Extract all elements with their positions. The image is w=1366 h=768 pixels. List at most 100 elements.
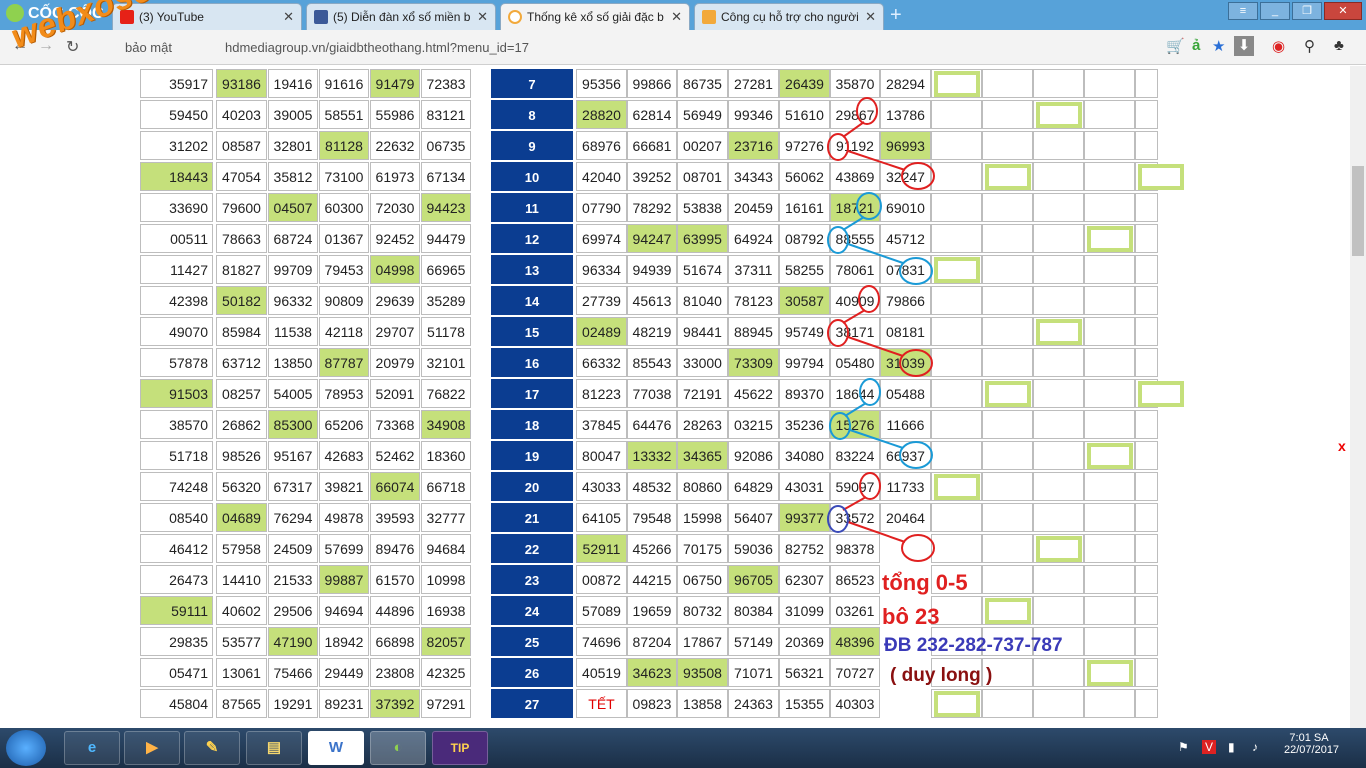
day-cell: 16 [491, 348, 573, 377]
empty-cell [1033, 596, 1084, 625]
reload-icon[interactable]: ↻ [66, 37, 79, 57]
empty-cell [1135, 441, 1158, 470]
right-table-cell: 94247 [627, 224, 677, 253]
left-table-cell: 18360 [421, 441, 471, 470]
right-table-cell: 82752 [779, 534, 830, 563]
tip-club-icon[interactable]: TIP [432, 731, 488, 765]
left-table-cell: 57699 [319, 534, 369, 563]
right-table-cell: 95749 [779, 317, 830, 346]
right-table-cell: 78061 [830, 255, 880, 284]
right-table-cell: 45712 [880, 224, 931, 253]
left-table-cell: 79600 [216, 193, 267, 222]
empty-cell [1084, 69, 1135, 98]
right-table-cell: 99794 [779, 348, 830, 377]
left-table-cell: 08257 [216, 379, 267, 408]
left-table-cell: 29449 [319, 658, 369, 687]
extensions-icon[interactable]: ♣ [1334, 37, 1344, 54]
tab-facebook[interactable]: (5) Diễn đàn xổ số miền b ✕ [306, 3, 496, 30]
tab-thong-ke[interactable]: Thống kê xổ số giải đặc b ✕ [500, 3, 690, 30]
left-table-cell: 67134 [421, 162, 471, 191]
clock-time: 7:01 SA [1289, 732, 1329, 744]
close-icon[interactable]: ✕ [671, 9, 682, 25]
right-table-cell: 99346 [728, 100, 779, 129]
explorer-icon[interactable]: ▤ [246, 731, 302, 765]
empty-cell [931, 534, 982, 563]
close-window-button[interactable]: ✕ [1324, 2, 1362, 20]
new-tab-button[interactable]: + [890, 4, 902, 27]
left-table-cell: 68724 [268, 224, 318, 253]
empty-cell [1135, 472, 1158, 501]
system-clock[interactable]: 7:01 SA 22/07/2017 [1284, 732, 1339, 756]
media-player-icon[interactable]: ▶ [124, 731, 180, 765]
menu-button[interactable]: ≡ [1228, 2, 1258, 20]
left-table-cell: 63712 [216, 348, 267, 377]
left-table-cell: 49070 [140, 317, 213, 346]
maximize-button[interactable]: ❐ [1292, 2, 1322, 20]
left-table-cell: 56320 [216, 472, 267, 501]
extension-icon[interactable]: ◉ [1272, 37, 1285, 55]
right-table-cell: 18644 [830, 379, 880, 408]
empty-cell [1135, 565, 1158, 594]
left-table-cell: 45804 [140, 689, 213, 718]
word-icon[interactable]: W [308, 731, 364, 765]
close-ad-button[interactable]: x [1338, 438, 1346, 454]
left-table-cell: 18942 [319, 627, 369, 656]
empty-cell [1084, 131, 1135, 160]
left-table-cell: 04689 [216, 503, 267, 532]
right-table-cell: 99866 [627, 69, 677, 98]
empty-cell [1084, 596, 1135, 625]
left-table-cell: 39593 [370, 503, 420, 532]
extension-2-icon[interactable]: ⚲ [1304, 37, 1315, 55]
vertical-scrollbar[interactable] [1350, 66, 1366, 728]
left-table-cell: 76822 [421, 379, 471, 408]
close-icon[interactable]: ✕ [865, 9, 876, 25]
empty-cell [1135, 69, 1158, 98]
right-table-cell: 05488 [880, 379, 931, 408]
translate-icon[interactable]: ả [1192, 37, 1200, 54]
annotation-author: ( duy long ) [890, 665, 993, 686]
network-icon[interactable]: ▮ [1228, 740, 1235, 754]
right-table-cell: 43033 [576, 472, 627, 501]
empty-cell [931, 286, 982, 315]
tab-label: Thống kê xổ số giải đặc b [527, 10, 664, 24]
coccoc-taskbar-icon[interactable]: ◐ [370, 731, 426, 765]
paint-icon[interactable]: ✎ [184, 731, 240, 765]
marker-box [934, 691, 980, 717]
left-table-cell: 38570 [140, 410, 213, 439]
cart-icon[interactable]: 🛒 [1166, 37, 1185, 55]
scroll-thumb[interactable] [1352, 166, 1364, 256]
left-table-cell: 94423 [421, 193, 471, 222]
empty-cell [982, 224, 1033, 253]
download-icon[interactable]: ⬇ [1234, 36, 1254, 56]
close-icon[interactable]: ✕ [477, 9, 488, 25]
v-icon[interactable]: V [1202, 740, 1217, 754]
star-icon[interactable]: ★ [1212, 37, 1225, 55]
tab-cong-cu[interactable]: Công cụ hỗ trợ cho người ✕ [694, 3, 884, 30]
minimize-button[interactable]: _ [1260, 2, 1290, 20]
empty-cell [1084, 255, 1135, 284]
ie-icon[interactable]: e [64, 731, 120, 765]
right-table-cell: 13858 [677, 689, 728, 718]
empty-cell [1135, 193, 1158, 222]
right-table-cell: 73309 [728, 348, 779, 377]
right-table-cell: 96993 [880, 131, 931, 160]
right-table-cell: 56321 [779, 658, 830, 687]
url-text[interactable]: hdmediagroup.vn/giaidbtheothang.html?men… [225, 40, 529, 55]
right-table-cell: 78292 [627, 193, 677, 222]
left-table-cell: 52091 [370, 379, 420, 408]
right-table-cell: 15276 [830, 410, 880, 439]
left-table-cell: 93186 [216, 69, 267, 98]
left-table-cell: 74248 [140, 472, 213, 501]
volume-icon[interactable]: ♪ [1252, 740, 1258, 754]
left-table-cell: 91479 [370, 69, 420, 98]
url-box[interactable]: bảo mật hdmediagroup.vn/giaidbtheothang.… [95, 35, 1155, 60]
start-button[interactable] [6, 730, 46, 766]
close-icon[interactable]: ✕ [283, 9, 294, 25]
left-table-cell: 50182 [216, 286, 267, 315]
empty-cell [1033, 441, 1084, 470]
left-table-cell: 65206 [319, 410, 369, 439]
flag-icon[interactable]: ⚑ [1178, 740, 1189, 754]
left-table-cell: 01367 [319, 224, 369, 253]
right-table-cell: 27281 [728, 69, 779, 98]
left-table-cell: 78663 [216, 224, 267, 253]
